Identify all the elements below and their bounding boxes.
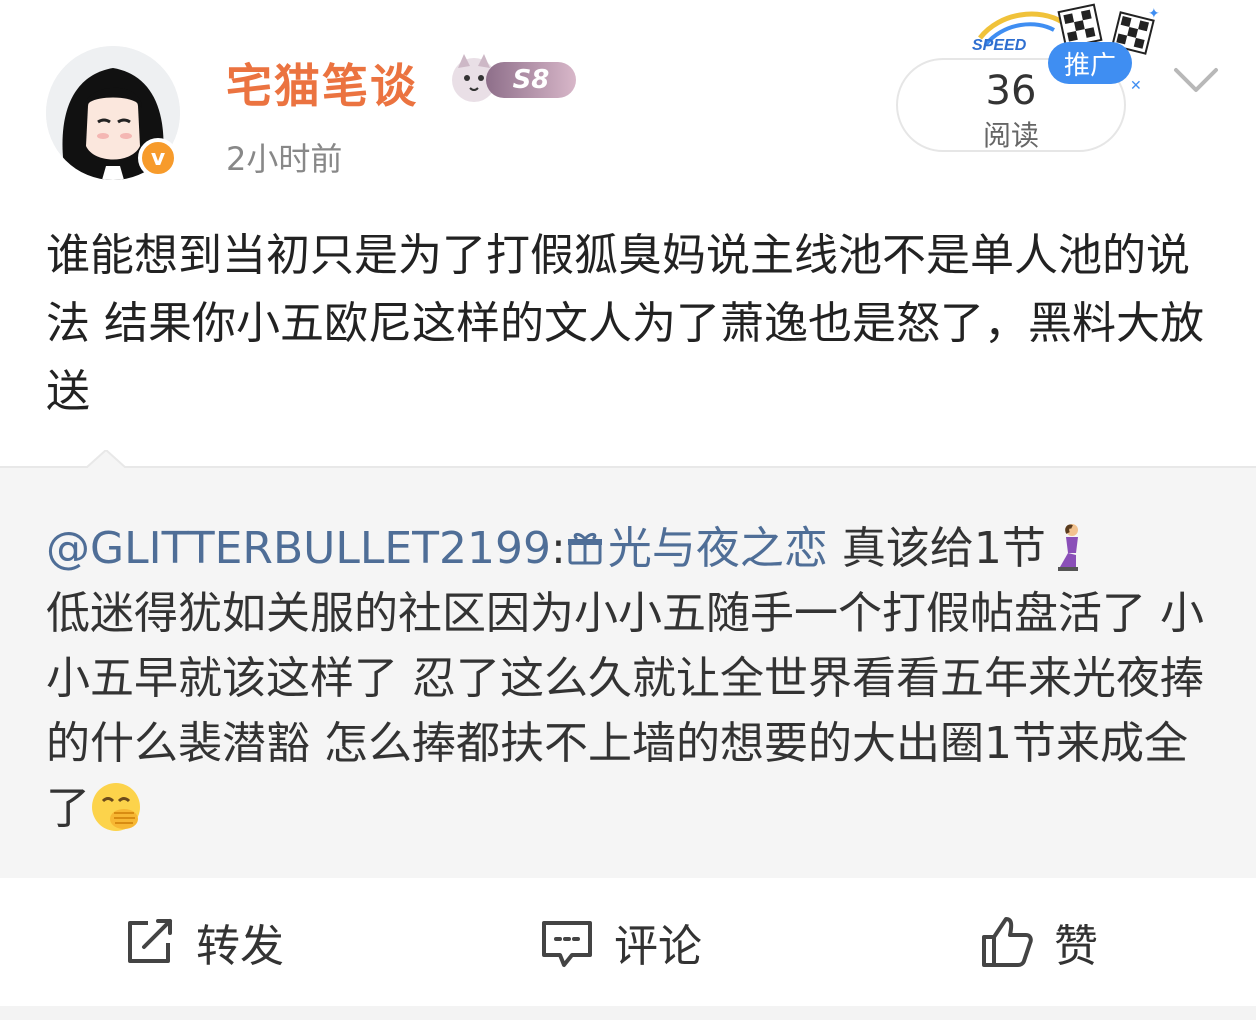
repost-body: 真该给1节 <box>827 523 1046 574</box>
comment-label: 评论 <box>614 921 702 972</box>
thumbs-up-icon <box>982 917 1033 967</box>
comment-button[interactable]: 评论 <box>540 878 702 1006</box>
repost-divider <box>0 466 1256 468</box>
post-text: 谁能想到当初只是为了打假狐臭妈说主线池不是单人池的说法 结果你小五欧尼这样的文人… <box>46 230 1204 417</box>
like-button[interactable]: 赞 <box>980 878 1098 1006</box>
level-label: S8 <box>486 62 576 98</box>
mention-link[interactable]: @GLITTERBULLET2199 <box>46 523 551 574</box>
level-badge[interactable]: S8 <box>446 50 582 106</box>
topic-gift-icon <box>567 532 602 565</box>
username[interactable]: 宅猫笔谈 <box>226 50 418 116</box>
avatar[interactable]: v <box>46 46 180 180</box>
bottom-divider <box>0 1006 1256 1020</box>
topic-label: 光与夜之恋 <box>607 523 828 574</box>
like-label: 赞 <box>1054 921 1098 972</box>
person-kneeling-emoji-icon <box>1057 524 1078 571</box>
mention-separator: : <box>551 523 566 574</box>
forward-button[interactable]: 转发 <box>122 878 284 1006</box>
post-timestamp: 2小时前 <box>226 140 343 178</box>
repost-body-continued: 低迷得犹如关服的社区因为小小五随手一个打假帖盘活了 小小五早就该这样了 忍了这么… <box>46 588 1204 834</box>
comment-icon <box>542 921 592 967</box>
repost-text: @GLITTERBULLET2199: 光与夜之恋 真该给1节低迷得犹如关服的社区… <box>46 516 1216 841</box>
verified-badge-icon: v <box>138 138 178 178</box>
hand-over-mouth-emoji-icon <box>92 783 140 831</box>
repost-notch-icon <box>86 450 126 490</box>
svg-text:✕: ✕ <box>1130 78 1142 94</box>
forward-icon <box>128 919 172 963</box>
action-bar: 转发 评论 赞 <box>0 878 1256 1006</box>
svg-text:✦: ✦ <box>1148 6 1160 22</box>
post-header: v 宅猫笔谈 S8 2小时前 SPEED ✦ ✕ 36 阅读 推广 <box>0 0 1256 200</box>
topic-link[interactable]: 光与夜之恋 <box>566 523 828 574</box>
read-label: 阅读 <box>982 119 1039 152</box>
chevron-down-icon[interactable] <box>1172 60 1220 100</box>
forward-label: 转发 <box>196 921 284 972</box>
promo-tag[interactable]: 推广 <box>1048 42 1132 84</box>
promo-logo-text: SPEED <box>972 37 1027 54</box>
